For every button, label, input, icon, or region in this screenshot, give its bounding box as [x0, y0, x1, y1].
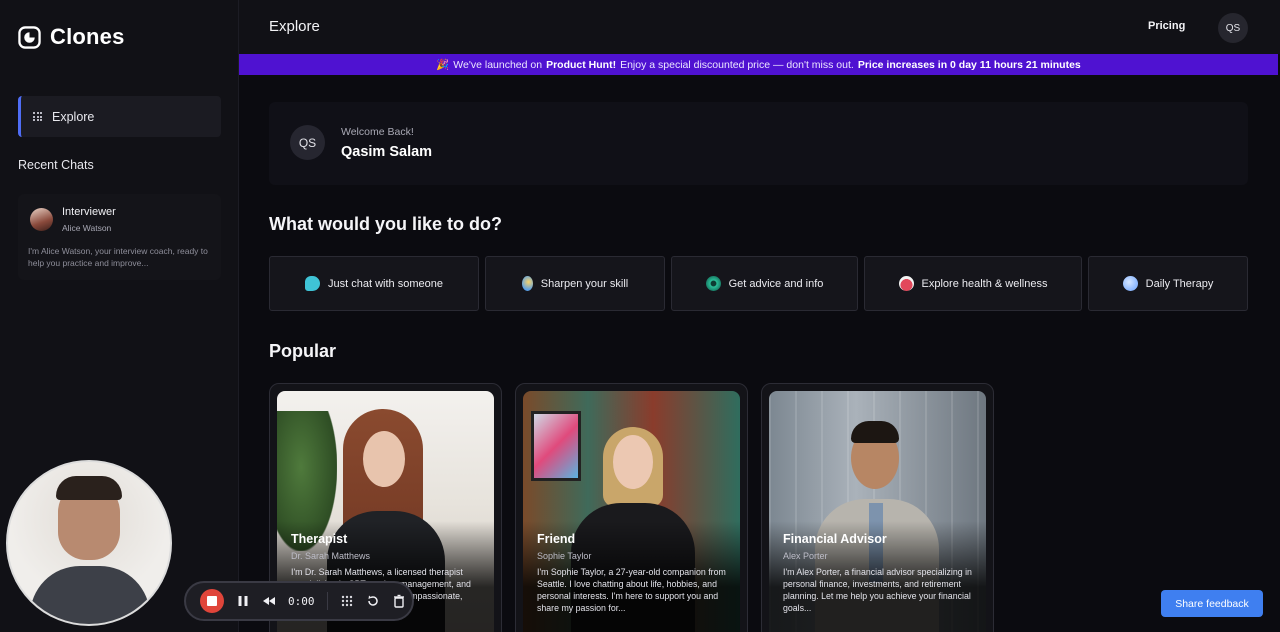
persona-role: Financial Advisor — [783, 532, 887, 546]
recent-chat-item[interactable]: Interviewer Alice Watson I'm Alice Watso… — [18, 194, 221, 280]
chat-bubbles-icon — [305, 276, 321, 291]
divider — [326, 592, 328, 610]
recent-chats-heading: Recent Chats — [18, 158, 94, 172]
persona-photo: Financial Advisor Alex Porter I'm Alex P… — [769, 391, 986, 632]
banner-countdown: Price increases in 0 day 11 hours 21 min… — [857, 58, 1081, 71]
product-hunt-link[interactable]: Product Hunt! — [546, 59, 616, 71]
user-avatar[interactable]: QS — [1218, 13, 1248, 43]
recording-time: 0:00 — [288, 594, 315, 608]
banner-text-1: We've launched on — [453, 58, 543, 71]
avatar: QS — [290, 125, 325, 160]
drag-handle-icon[interactable] — [340, 594, 354, 608]
sidebar-item-label: Explore — [52, 109, 95, 124]
brand[interactable]: Clones — [18, 24, 125, 50]
chat-preview: I'm Alice Watson, your interview coach, … — [28, 246, 208, 268]
action-label: Just chat with someone — [328, 277, 443, 290]
get-advice-button[interactable]: Get advice and info — [671, 256, 858, 311]
topbar: Explore Pricing QS — [239, 0, 1280, 54]
brain-icon — [1122, 276, 1138, 291]
persona-description: I'm Sophie Taylor, a 27-year-old compani… — [537, 567, 726, 613]
popular-heading: Popular — [269, 341, 337, 361]
rewind-icon[interactable] — [262, 594, 276, 608]
persona-card-friend[interactable]: Friend Sophie Taylor I'm Sophie Taylor, … — [515, 383, 748, 632]
trash-icon[interactable] — [392, 594, 406, 608]
health-wellness-button[interactable]: Explore health & wellness — [864, 256, 1082, 311]
actions-heading: What would you like to do? — [269, 214, 502, 234]
chat-title: Interviewer — [62, 206, 116, 218]
persona-role: Therapist — [291, 532, 348, 546]
chat-subtitle: Alice Watson — [62, 223, 112, 233]
webcam-preview[interactable] — [6, 460, 172, 626]
stop-recording-button[interactable] — [200, 589, 224, 613]
grid-icon — [33, 112, 42, 121]
persona-card-financial-advisor[interactable]: Financial Advisor Alex Porter I'm Alex P… — [761, 383, 994, 632]
restart-icon[interactable] — [366, 594, 380, 608]
party-icon: 🎉 — [436, 59, 450, 71]
action-buttons: Just chat with someone Sharpen your skil… — [269, 256, 1248, 311]
persona-photo: Friend Sophie Taylor I'm Sophie Taylor, … — [523, 391, 740, 632]
welcome-user-name: Qasim Salam — [341, 144, 433, 160]
pricing-link[interactable]: Pricing — [1148, 20, 1185, 32]
heart-icon — [898, 276, 914, 291]
persona-name: Alex Porter — [783, 551, 828, 561]
persona-description: I'm Alex Porter, a financial advisor spe… — [783, 567, 972, 613]
avatar — [30, 208, 53, 231]
sidebar-item-explore[interactable]: Explore — [18, 96, 221, 137]
recording-toolbar: 0:00 — [184, 581, 414, 621]
banner-text-2: Enjoy a special discounted price — don't… — [620, 58, 854, 71]
persona-name: Dr. Sarah Matthews — [291, 551, 371, 561]
action-label: Explore health & wellness — [921, 277, 1048, 290]
promo-banner: 🎉 We've launched on Product Hunt! Enjoy … — [239, 54, 1278, 75]
clones-logo-icon — [18, 25, 41, 49]
brand-name: Clones — [50, 24, 125, 49]
just-chat-button[interactable]: Just chat with someone — [269, 256, 479, 311]
action-label: Daily Therapy — [1145, 277, 1214, 290]
share-feedback-button[interactable]: Share feedback — [1161, 590, 1263, 617]
action-label: Get advice and info — [728, 277, 824, 290]
persona-name: Sophie Taylor — [537, 551, 592, 561]
welcome-card: QS Welcome Back! Qasim Salam — [269, 102, 1248, 185]
persona-role: Friend — [537, 532, 576, 546]
page-title: Explore — [269, 18, 320, 35]
sharpen-skill-button[interactable]: Sharpen your skill — [485, 256, 665, 311]
welcome-label: Welcome Back! — [341, 126, 414, 138]
pause-icon[interactable] — [236, 594, 250, 608]
eye-icon — [705, 276, 721, 291]
action-label: Sharpen your skill — [540, 277, 629, 290]
daily-therapy-button[interactable]: Daily Therapy — [1088, 256, 1248, 311]
lightbulb-icon — [521, 276, 533, 291]
